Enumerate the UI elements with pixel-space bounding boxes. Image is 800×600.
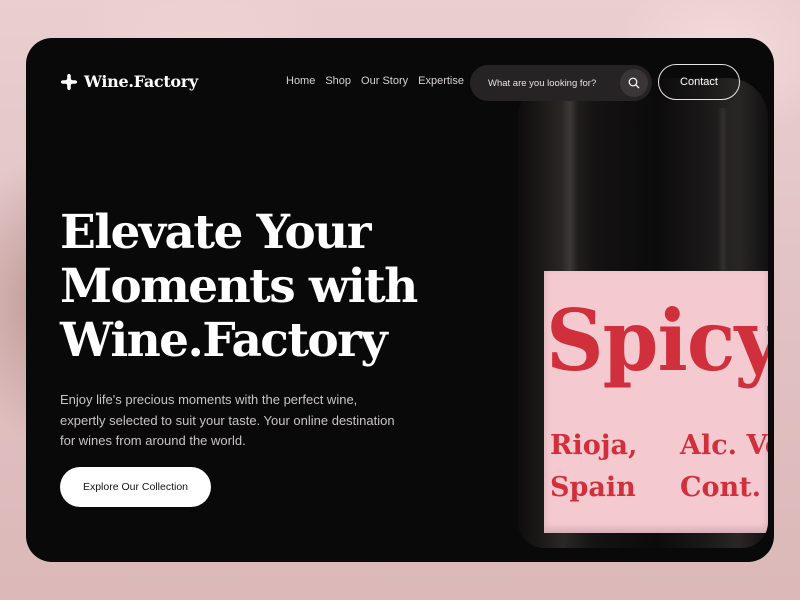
nav-item-expertise[interactable]: Expertise: [418, 75, 464, 87]
hero-title-line: Elevate Your: [60, 205, 371, 260]
nav-item-shop[interactable]: Shop: [325, 75, 351, 87]
hero-title-line: Wine.Factory: [60, 313, 388, 368]
brand-logo[interactable]: Wine.Factory: [60, 72, 198, 91]
search-icon: [628, 77, 640, 89]
search-bar: [470, 65, 652, 101]
label-origin-text: Rioja, Spain: [550, 425, 640, 509]
wine-bottle-image: Spicy Rioja, Spain Alc. Vo Cont. N: [518, 78, 768, 548]
label-origin-line: Spain: [550, 472, 636, 503]
label-alcohol-text: Alc. Vo Cont. N: [680, 425, 768, 509]
label-brand-text: Spicy: [546, 291, 768, 390]
hero-description: Enjoy life's precious moments with the p…: [60, 392, 395, 448]
bottle-label: Spicy Rioja, Spain Alc. Vo Cont. N: [544, 271, 768, 533]
nav-item-our-story[interactable]: Our Story: [361, 75, 408, 87]
label-alcohol-line: Cont. N: [680, 472, 768, 503]
hero-title-line: Moments with: [60, 259, 418, 314]
search-button[interactable]: [620, 69, 648, 97]
brand-name: Wine.Factory: [84, 72, 198, 91]
explore-collection-button[interactable]: Explore Our Collection: [60, 467, 211, 507]
search-input[interactable]: [488, 77, 608, 89]
hero-title: Elevate Your Moments with Wine.Factory: [60, 206, 480, 368]
main-nav: Home Shop Our Story Expertise: [286, 75, 464, 87]
contact-button[interactable]: Contact: [658, 64, 740, 100]
label-origin-line: Rioja,: [550, 430, 638, 461]
label-alcohol-line: Alc. Vo: [680, 430, 768, 461]
sparkle-cross-icon: [60, 73, 78, 90]
hero-card: Spicy Rioja, Spain Alc. Vo Cont. N Wine.…: [26, 38, 774, 562]
nav-item-home[interactable]: Home: [286, 75, 315, 87]
